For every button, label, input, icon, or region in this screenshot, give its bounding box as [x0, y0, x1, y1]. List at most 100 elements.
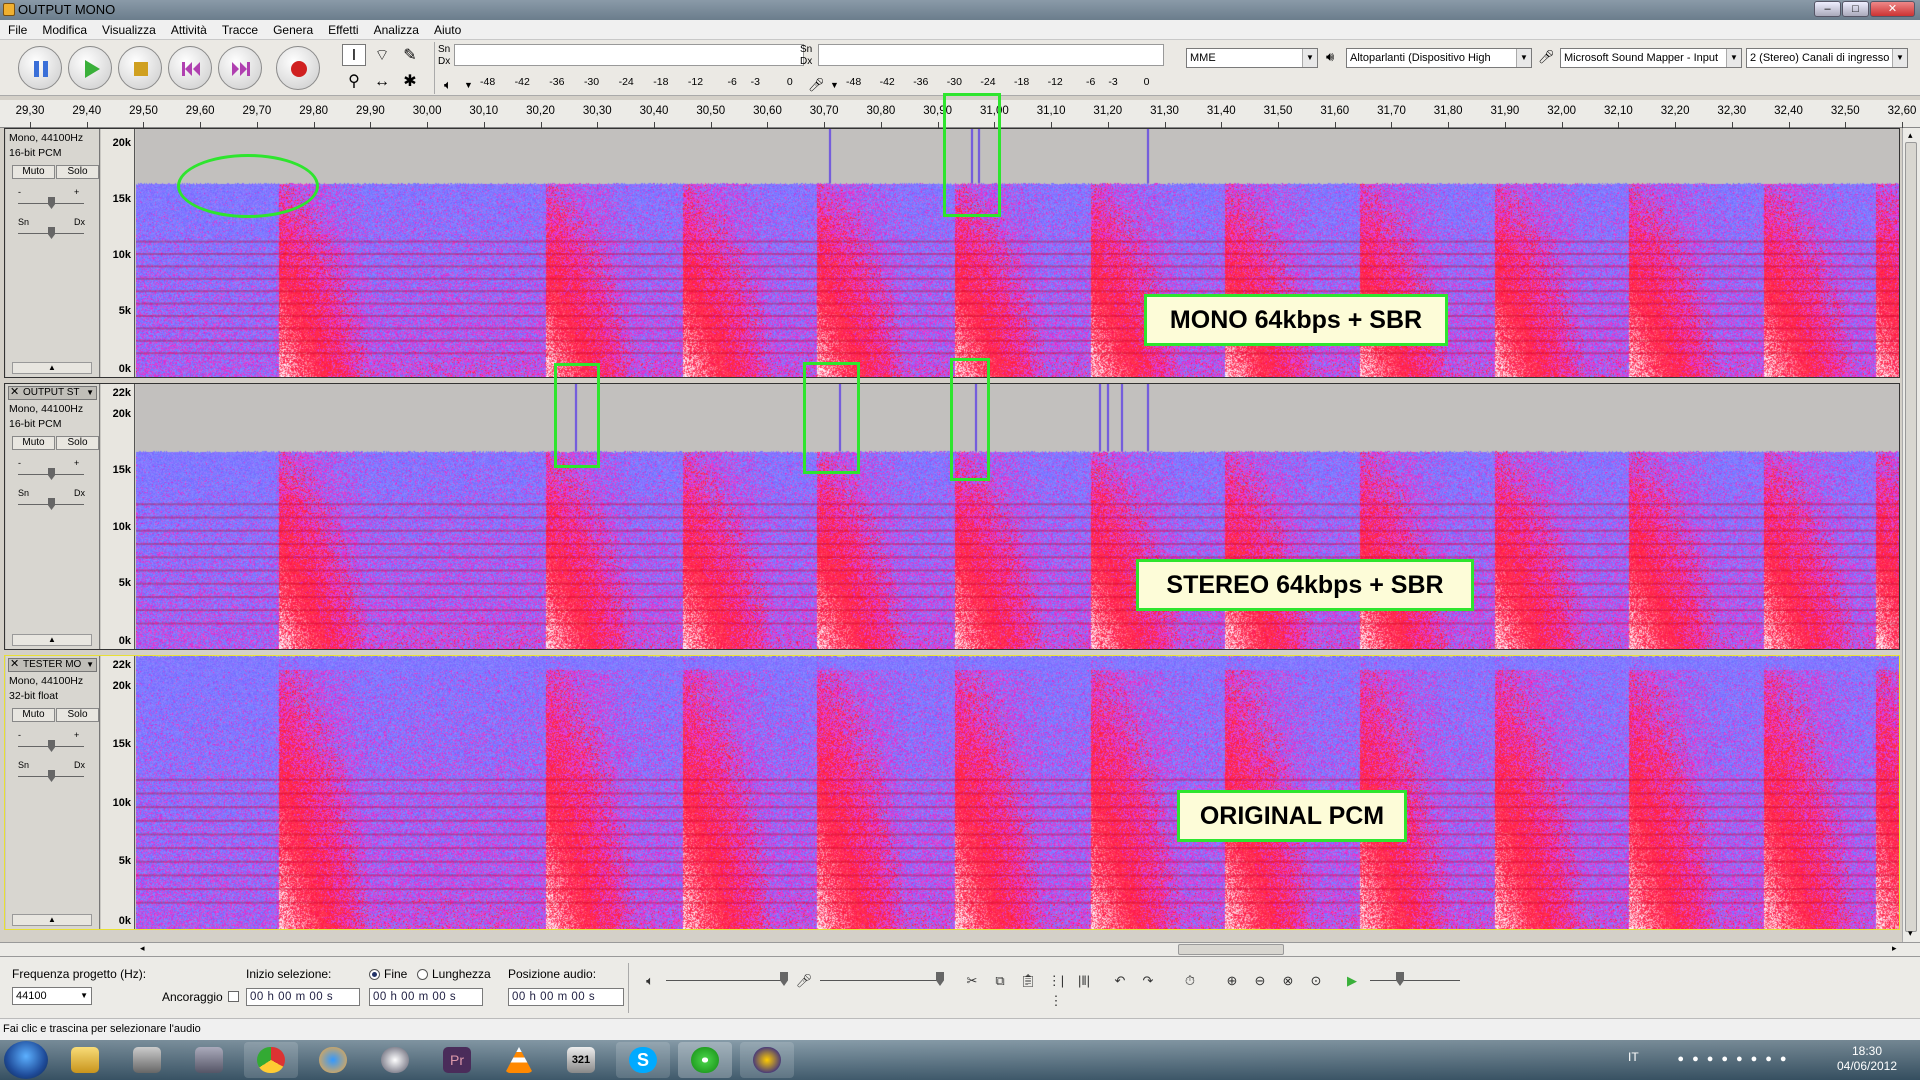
gain-knob[interactable] — [48, 740, 55, 752]
project-rate-select[interactable]: 44100 ▼ — [12, 987, 92, 1005]
skip-start-button[interactable] — [168, 46, 212, 90]
selection-tool-icon[interactable]: I — [342, 44, 366, 66]
host-select[interactable]: MME ▼ — [1186, 48, 1318, 68]
menu-file[interactable]: File — [0, 20, 34, 39]
trim-icon[interactable]: ⋮|⋮ — [1046, 971, 1066, 1008]
microphone-dropdown-icon[interactable]: ▼ — [830, 80, 839, 90]
zoom-in-icon[interactable]: ⊕ — [1222, 971, 1242, 991]
record-volume-knob[interactable] — [936, 972, 944, 986]
fit-project-icon[interactable]: ⊙ — [1306, 971, 1326, 991]
start-button[interactable] — [4, 1041, 48, 1079]
taskbar-audio[interactable] — [368, 1042, 422, 1078]
menu-visualizza[interactable]: Visualizza — [94, 20, 163, 39]
mute-button[interactable]: Muto — [12, 436, 55, 450]
paste-icon[interactable]: 📋︎ — [1018, 971, 1038, 991]
menu-modifica[interactable]: Modifica — [34, 20, 94, 39]
taskbar-app[interactable] — [182, 1042, 236, 1078]
pause-button[interactable] — [18, 46, 62, 90]
speaker-dropdown-icon[interactable]: ▼ — [464, 80, 473, 90]
timeshift-tool-icon[interactable]: ↔ — [370, 70, 394, 92]
spectrogram[interactable] — [136, 384, 1899, 649]
maximize-button[interactable]: □ — [1842, 1, 1869, 17]
menu-genera[interactable]: Genera — [265, 20, 320, 39]
menu-analizza[interactable]: Analizza — [366, 20, 426, 39]
scroll-left-icon[interactable]: ◂ — [140, 943, 145, 954]
gain-slider[interactable] — [18, 468, 84, 480]
pan-slider[interactable] — [18, 498, 84, 510]
collapse-track-button[interactable]: ▲ — [12, 634, 92, 646]
play-speed-slider[interactable] — [1370, 980, 1460, 981]
collapse-track-button[interactable]: ▲ — [12, 362, 92, 374]
cut-icon[interactable]: ✂ — [962, 971, 982, 991]
play-button[interactable] — [68, 46, 112, 90]
pan-slider[interactable] — [18, 227, 84, 239]
skip-end-button[interactable] — [218, 46, 262, 90]
scroll-right-icon[interactable]: ▸ — [1892, 943, 1897, 954]
end-radio[interactable] — [369, 969, 380, 980]
undo-icon[interactable]: ↶ — [1110, 971, 1130, 991]
track-control-panel[interactable]: ✕ OUTPUT ST ▼ Mono, 44100Hz 16-bit PCM Muto So… — [6, 384, 100, 649]
track-name-menu[interactable]: ✕ OUTPUT ST ▼ — [8, 386, 97, 400]
pan-knob[interactable] — [48, 498, 55, 510]
zoom-tool-icon[interactable]: ⚲ — [342, 70, 366, 92]
clock[interactable]: 18:30 04/06/2012 — [1822, 1044, 1912, 1074]
draw-tool-icon[interactable]: ✎ — [398, 44, 422, 66]
channels-select[interactable]: 2 (Stereo) Canali di ingresso ▼ — [1746, 48, 1908, 68]
selection-end-timecode[interactable]: 00 h 00 m 00 s — [369, 988, 483, 1006]
taskbar-eye-app[interactable] — [306, 1042, 360, 1078]
collapse-track-button[interactable]: ▲ — [12, 914, 92, 926]
record-button[interactable] — [276, 46, 320, 90]
vertical-scroll-thumb[interactable] — [1905, 142, 1917, 932]
track-pcm[interactable]: ✕ TESTER MO ▼ Mono, 44100Hz 32-bit float Muto… — [4, 655, 1900, 930]
selection-start-timecode[interactable]: 00 h 00 m 00 s — [246, 988, 360, 1006]
scroll-up-icon[interactable]: ▴ — [1908, 130, 1913, 141]
gain-knob[interactable] — [48, 197, 55, 209]
track-control-panel[interactable]: ✕ TESTER MO ▼ Mono, 44100Hz 32-bit float Muto… — [6, 656, 100, 929]
taskbar-vlc[interactable] — [492, 1042, 546, 1078]
pan-knob[interactable] — [48, 770, 55, 782]
spectrogram-canvas[interactable] — [136, 129, 1899, 377]
gain-knob[interactable] — [48, 468, 55, 480]
taskbar-imgburn[interactable]: 321 — [554, 1042, 608, 1078]
spectrogram-canvas[interactable] — [136, 656, 1899, 929]
stop-button[interactable] — [118, 46, 162, 90]
horizontal-scrollbar[interactable]: ◂ ▸ — [0, 942, 1920, 956]
fit-selection-icon[interactable]: ⊗ — [1278, 971, 1298, 991]
taskbar-media[interactable] — [120, 1042, 174, 1078]
play-speed-knob[interactable] — [1396, 972, 1404, 986]
track-control-panel[interactable]: Mono, 44100Hz 16-bit PCM Muto Solo - + Sn Dx ▲ — [6, 129, 100, 377]
menu-tracce[interactable]: Tracce — [214, 20, 265, 39]
minimize-button[interactable]: – — [1814, 1, 1841, 17]
output-meter[interactable] — [454, 44, 804, 66]
pan-knob[interactable] — [48, 227, 55, 239]
taskbar-premiere[interactable]: Pr — [430, 1042, 484, 1078]
mute-button[interactable]: Muto — [12, 708, 55, 722]
snap-checkbox[interactable] — [228, 991, 239, 1002]
record-volume-slider[interactable] — [820, 980, 940, 981]
copy-icon[interactable]: ⧉ — [990, 971, 1010, 991]
sync-lock-icon[interactable]: ⏱ — [1180, 971, 1200, 991]
gain-slider[interactable] — [18, 740, 84, 752]
taskbar-chrome[interactable] — [244, 1042, 298, 1078]
redo-icon[interactable]: ↷ — [1138, 971, 1158, 991]
spectrogram-canvas[interactable] — [136, 384, 1899, 649]
taskbar-explorer[interactable] — [58, 1042, 112, 1078]
spectrogram[interactable] — [136, 656, 1899, 929]
horizontal-scroll-thumb[interactable] — [1178, 944, 1284, 955]
zoom-out-icon[interactable]: ⊖ — [1250, 971, 1270, 991]
input-device-select[interactable]: Microsoft Sound Mapper - Input ▼ — [1560, 48, 1742, 68]
envelope-tool-icon[interactable]: ⌔ — [370, 44, 394, 66]
solo-button[interactable]: Solo — [56, 436, 99, 450]
taskbar-audacity[interactable] — [740, 1042, 794, 1078]
menu-attivita[interactable]: Attività — [163, 20, 214, 39]
language-indicator[interactable]: IT — [1628, 1050, 1639, 1065]
close-track-icon[interactable]: ✕ — [10, 659, 19, 670]
spectrogram[interactable] — [136, 129, 1899, 377]
input-meter[interactable] — [818, 44, 1164, 66]
mute-button[interactable]: Muto — [12, 165, 55, 179]
solo-button[interactable]: Solo — [56, 708, 99, 722]
length-radio[interactable] — [417, 969, 428, 980]
audio-position-timecode[interactable]: 00 h 00 m 00 s — [508, 988, 624, 1006]
pan-slider[interactable] — [18, 770, 84, 782]
menu-effetti[interactable]: Effetti — [320, 20, 365, 39]
